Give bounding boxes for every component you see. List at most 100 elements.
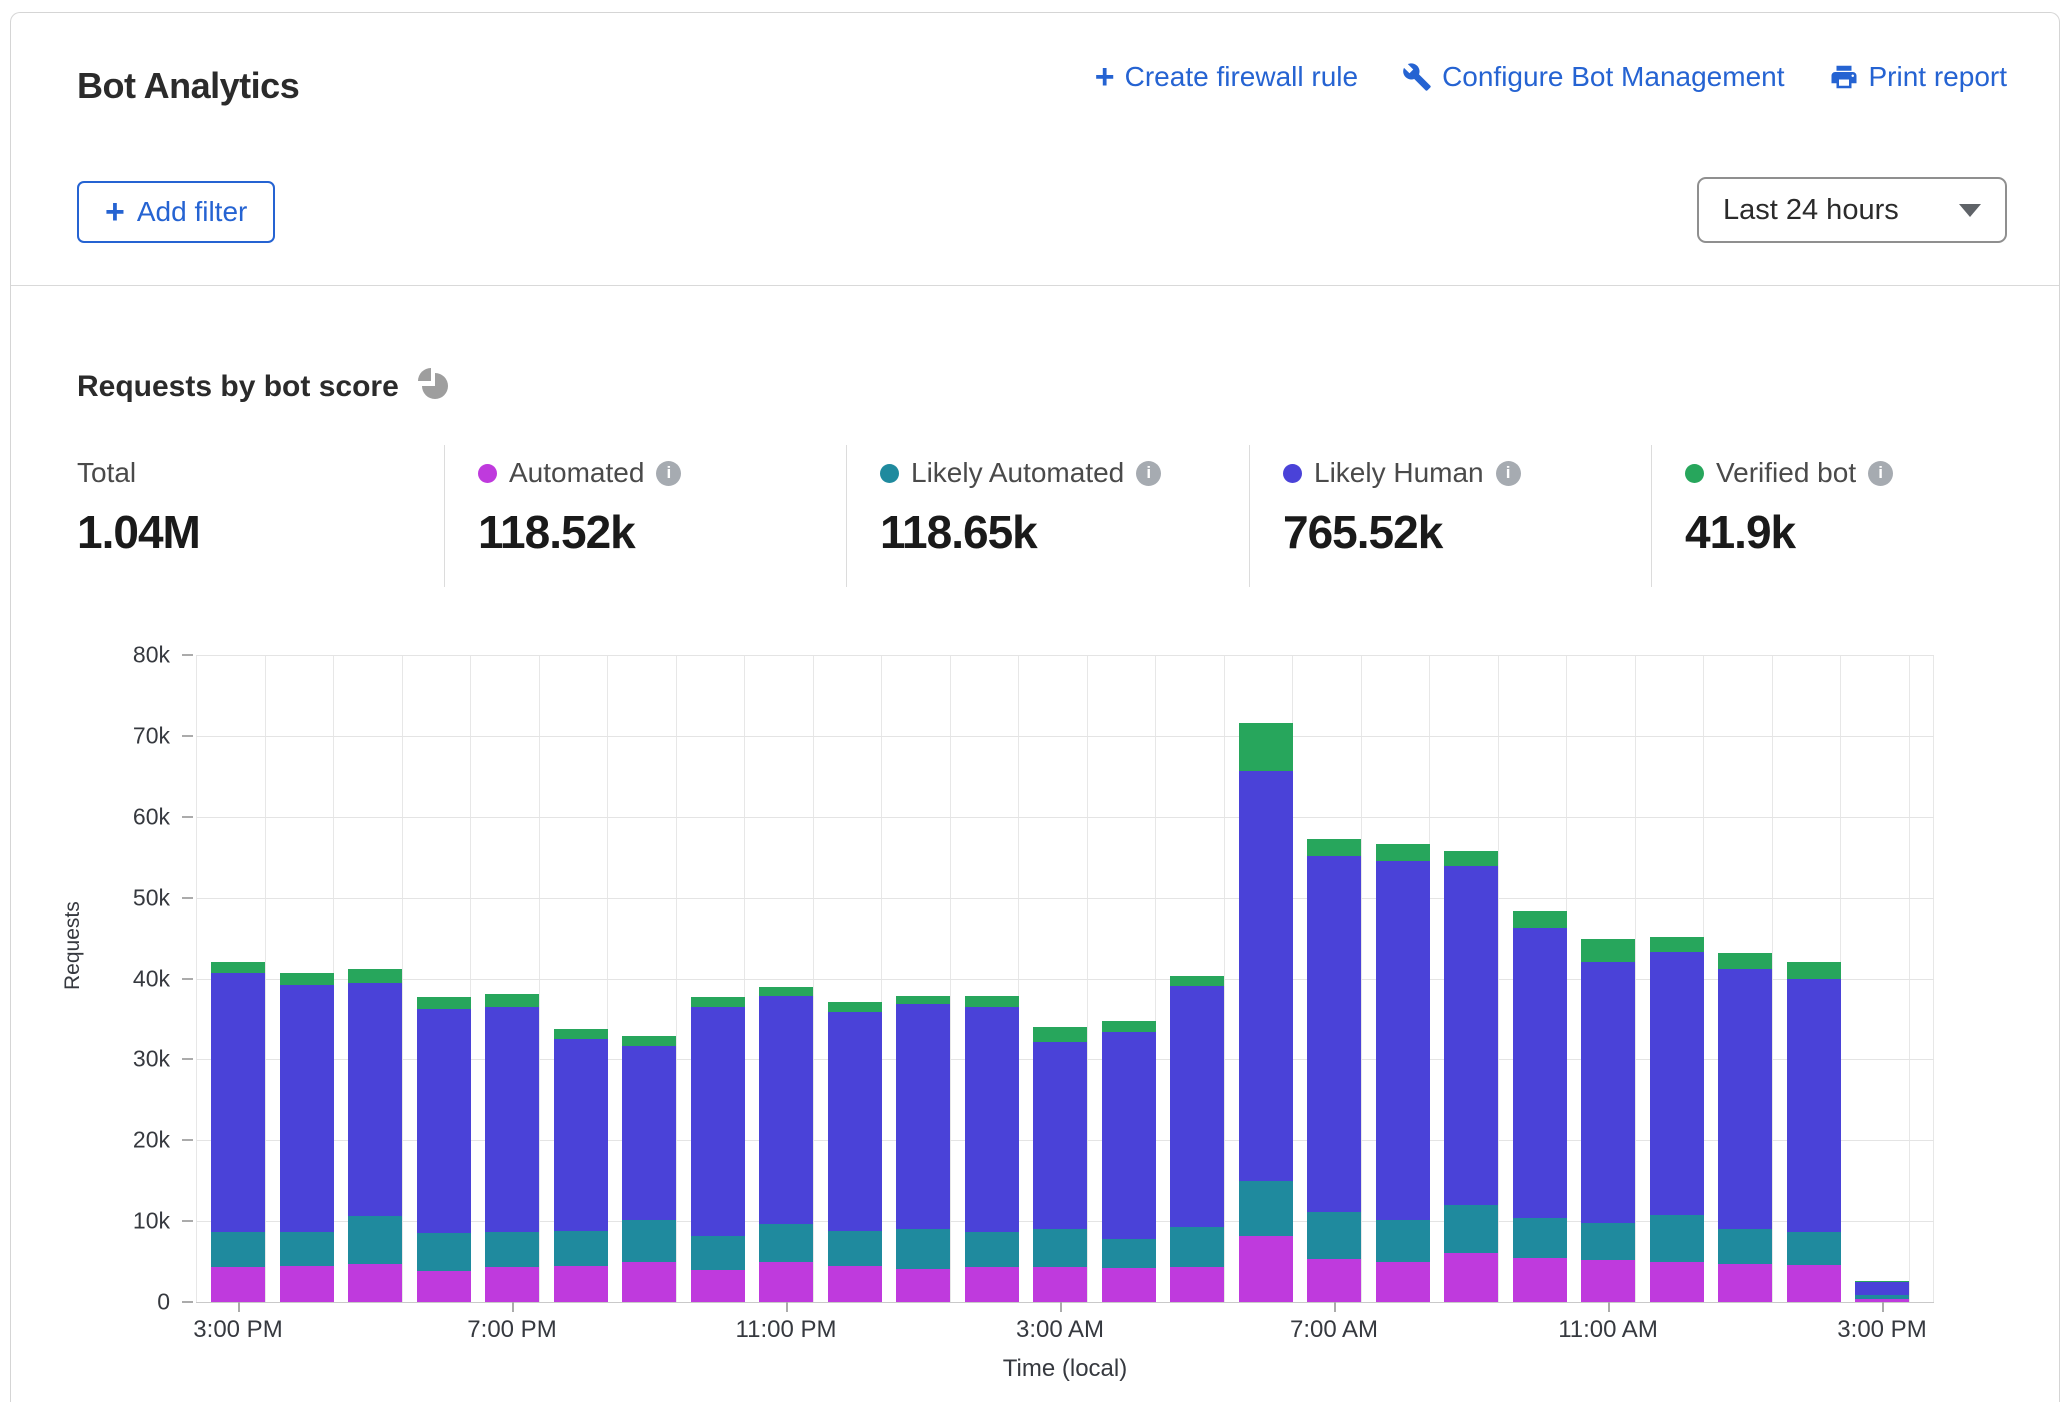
bar-segment-automated[interactable] <box>622 1262 676 1302</box>
bar-segment-likely-automated[interactable] <box>1102 1239 1156 1268</box>
bar-segment-likely-human[interactable] <box>691 1007 745 1237</box>
bar-segment-likely-human[interactable] <box>1239 771 1293 1181</box>
bar-segment-verified-bot[interactable] <box>417 997 471 1008</box>
bar-segment-automated[interactable] <box>211 1267 265 1302</box>
bar-segment-verified-bot[interactable] <box>1239 723 1293 771</box>
bar-segment-verified-bot[interactable] <box>965 996 1019 1007</box>
bar-segment-likely-human[interactable] <box>1718 969 1772 1229</box>
bar-3-00-am[interactable] <box>1033 1027 1087 1302</box>
bar-segment-automated[interactable] <box>1787 1265 1841 1302</box>
bar-6-00-pm[interactable] <box>417 997 471 1302</box>
bar-segment-likely-human[interactable] <box>1102 1032 1156 1239</box>
bar-segment-verified-bot[interactable] <box>896 996 950 1005</box>
bar-segment-verified-bot[interactable] <box>1102 1021 1156 1032</box>
bar-segment-likely-human[interactable] <box>1376 861 1430 1221</box>
bar-segment-likely-human[interactable] <box>1581 962 1635 1222</box>
bar-12-00-pm[interactable] <box>1650 937 1704 1302</box>
bar-10-00-pm[interactable] <box>691 997 745 1302</box>
bar-11-00-pm[interactable] <box>759 987 813 1302</box>
bar-2-00-pm[interactable] <box>1787 962 1841 1302</box>
bar-segment-likely-automated[interactable] <box>1787 1232 1841 1264</box>
bar-segment-automated[interactable] <box>965 1267 1019 1302</box>
bar-segment-automated[interactable] <box>828 1266 882 1302</box>
bar-segment-likely-human[interactable] <box>211 973 265 1233</box>
bar-4-00-am[interactable] <box>1102 1021 1156 1302</box>
bar-segment-likely-automated[interactable] <box>280 1232 334 1266</box>
bar-segment-likely-human[interactable] <box>828 1012 882 1230</box>
bar-9-00-am[interactable] <box>1444 851 1498 1302</box>
bar-segment-likely-automated[interactable] <box>485 1232 539 1267</box>
bar-segment-automated[interactable] <box>417 1271 471 1303</box>
bar-3-00-pm[interactable] <box>211 962 265 1302</box>
bar-segment-verified-bot[interactable] <box>1718 953 1772 968</box>
bar-segment-verified-bot[interactable] <box>622 1036 676 1046</box>
info-icon[interactable]: i <box>1868 461 1893 486</box>
bar-segment-automated[interactable] <box>1376 1262 1430 1302</box>
bar-12-00-am[interactable] <box>828 1002 882 1302</box>
bar-7-00-pm[interactable] <box>485 994 539 1302</box>
bar-8-00-pm[interactable] <box>554 1029 608 1302</box>
bar-segment-likely-automated[interactable] <box>1307 1212 1361 1259</box>
bar-segment-likely-human[interactable] <box>759 996 813 1224</box>
bar-segment-likely-automated[interactable] <box>1170 1227 1224 1267</box>
bar-5-00-pm[interactable] <box>348 969 402 1302</box>
bar-segment-verified-bot[interactable] <box>1787 962 1841 979</box>
bar-segment-likely-automated[interactable] <box>1513 1218 1567 1258</box>
info-icon[interactable]: i <box>656 461 681 486</box>
bar-segment-likely-human[interactable] <box>1855 1282 1909 1295</box>
bar-segment-likely-automated[interactable] <box>1581 1223 1635 1260</box>
bar-segment-likely-human[interactable] <box>1444 866 1498 1205</box>
bar-segment-likely-human[interactable] <box>1650 952 1704 1215</box>
bar-segment-likely-automated[interactable] <box>417 1233 471 1270</box>
bar-3-00-pm[interactable] <box>1855 1281 1909 1302</box>
bar-segment-likely-automated[interactable] <box>1650 1215 1704 1262</box>
bar-segment-verified-bot[interactable] <box>485 994 539 1007</box>
bar-segment-likely-human[interactable] <box>622 1046 676 1220</box>
bar-segment-verified-bot[interactable] <box>1033 1027 1087 1042</box>
bar-segment-verified-bot[interactable] <box>691 997 745 1007</box>
bar-6-00-am[interactable] <box>1239 723 1293 1302</box>
bar-segment-verified-bot[interactable] <box>1307 839 1361 855</box>
bar-segment-likely-automated[interactable] <box>1033 1229 1087 1267</box>
bar-segment-likely-automated[interactable] <box>1718 1229 1772 1264</box>
bar-segment-verified-bot[interactable] <box>1513 911 1567 927</box>
bar-segment-verified-bot[interactable] <box>1170 976 1224 986</box>
bar-segment-likely-human[interactable] <box>1513 928 1567 1218</box>
bar-segment-likely-automated[interactable] <box>554 1231 608 1267</box>
bar-segment-likely-human[interactable] <box>1033 1042 1087 1229</box>
bar-segment-automated[interactable] <box>1102 1268 1156 1302</box>
bar-segment-automated[interactable] <box>554 1266 608 1302</box>
bar-segment-likely-automated[interactable] <box>759 1224 813 1261</box>
bar-segment-verified-bot[interactable] <box>1376 844 1430 861</box>
bar-segment-automated[interactable] <box>1170 1267 1224 1302</box>
bar-segment-likely-automated[interactable] <box>211 1232 265 1267</box>
bar-segment-verified-bot[interactable] <box>348 969 402 983</box>
bar-segment-verified-bot[interactable] <box>211 962 265 973</box>
bar-segment-likely-automated[interactable] <box>1444 1205 1498 1253</box>
print-report-link[interactable]: Print report <box>1829 61 2008 93</box>
info-icon[interactable]: i <box>1136 461 1161 486</box>
bar-segment-verified-bot[interactable] <box>1650 937 1704 952</box>
bar-segment-likely-automated[interactable] <box>691 1236 745 1269</box>
bar-segment-automated[interactable] <box>348 1264 402 1302</box>
bar-segment-automated[interactable] <box>1650 1262 1704 1302</box>
bar-segment-likely-human[interactable] <box>965 1007 1019 1232</box>
bar-segment-likely-automated[interactable] <box>1239 1181 1293 1236</box>
bar-segment-likely-automated[interactable] <box>828 1231 882 1266</box>
bar-segment-likely-human[interactable] <box>896 1004 950 1228</box>
create-firewall-rule-link[interactable]: + Create firewall rule <box>1095 61 1358 93</box>
bar-segment-automated[interactable] <box>485 1267 539 1302</box>
bar-segment-verified-bot[interactable] <box>759 987 813 997</box>
bar-segment-likely-automated[interactable] <box>896 1229 950 1269</box>
bar-1-00-am[interactable] <box>896 996 950 1302</box>
bar-7-00-am[interactable] <box>1307 839 1361 1302</box>
bar-segment-automated[interactable] <box>1033 1267 1087 1302</box>
bar-segment-verified-bot[interactable] <box>828 1002 882 1013</box>
bar-2-00-am[interactable] <box>965 996 1019 1302</box>
bar-segment-automated[interactable] <box>896 1269 950 1302</box>
bar-segment-likely-human[interactable] <box>348 983 402 1217</box>
configure-bot-management-link[interactable]: Configure Bot Management <box>1402 61 1784 93</box>
bar-segment-likely-human[interactable] <box>1307 856 1361 1213</box>
bar-10-00-am[interactable] <box>1513 911 1567 1302</box>
bar-segment-likely-automated[interactable] <box>348 1216 402 1264</box>
